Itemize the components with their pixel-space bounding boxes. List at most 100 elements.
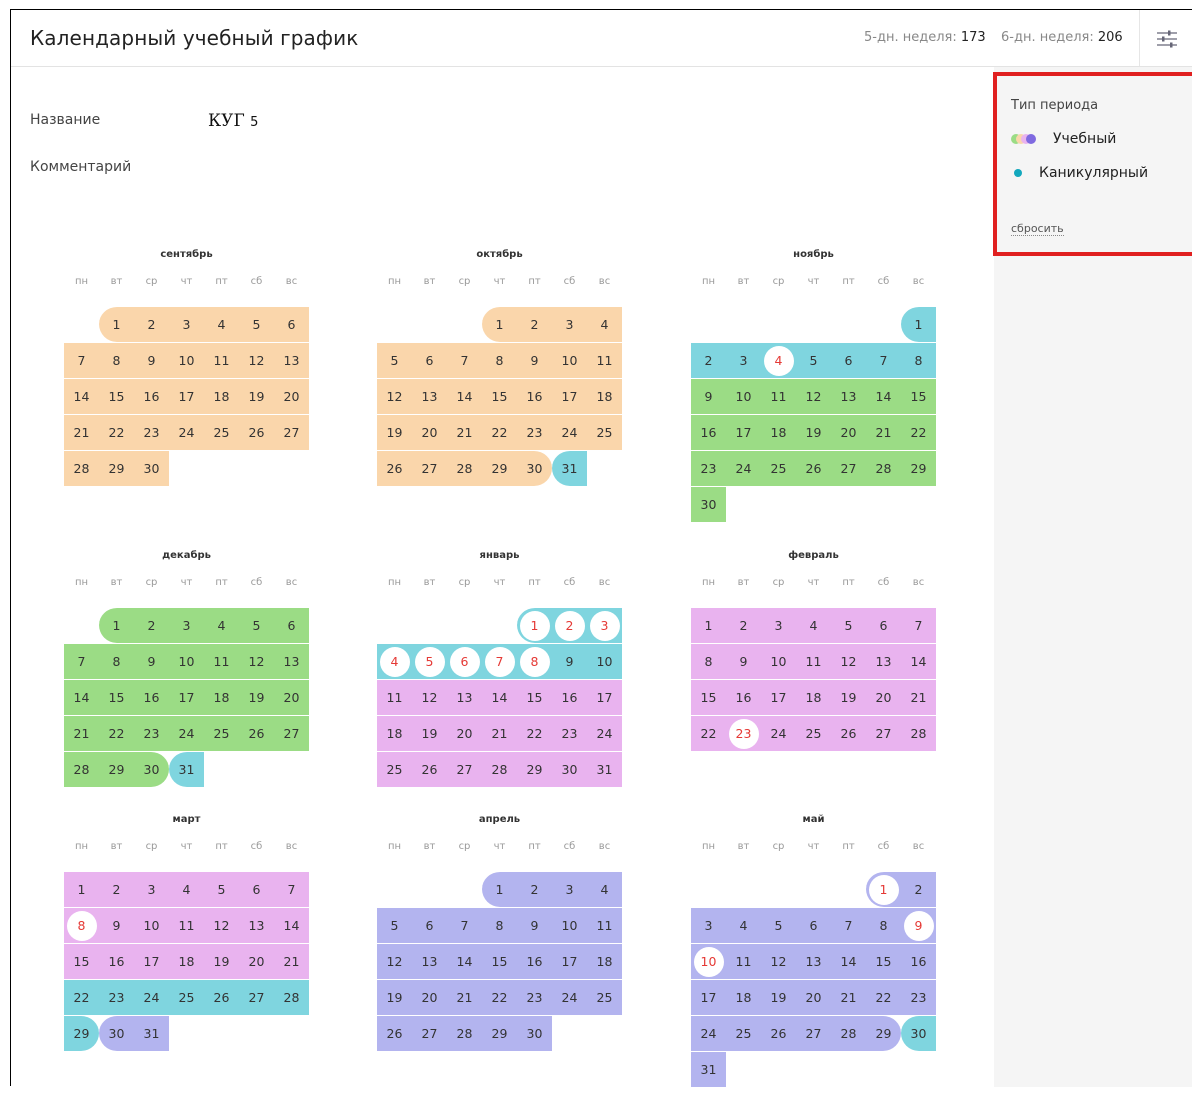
day-cell[interactable]: 14 [274, 907, 309, 943]
day-cell[interactable]: 2 [726, 607, 761, 643]
day-cell[interactable]: 23 [691, 450, 726, 486]
day-cell[interactable]: 21 [482, 715, 517, 751]
day-cell[interactable]: 18 [204, 378, 239, 414]
day-cell[interactable]: 31 [169, 751, 204, 787]
day-cell[interactable]: 21 [447, 979, 482, 1015]
day-cell[interactable]: 1 [99, 306, 134, 342]
day-cell[interactable]: 13 [831, 378, 866, 414]
day-cell[interactable]: 9 [552, 643, 587, 679]
day-cell[interactable]: 16 [134, 378, 169, 414]
day-cell[interactable]: 14 [447, 943, 482, 979]
day-cell[interactable]: 6 [274, 306, 309, 342]
day-cell[interactable]: 1 [64, 871, 99, 907]
day-cell[interactable]: 10 [691, 943, 726, 979]
day-cell[interactable]: 21 [447, 414, 482, 450]
day-cell[interactable]: 9 [134, 342, 169, 378]
day-cell[interactable]: 26 [204, 979, 239, 1015]
day-cell[interactable]: 27 [866, 715, 901, 751]
day-cell[interactable]: 8 [99, 643, 134, 679]
day-cell[interactable]: 19 [796, 414, 831, 450]
day-cell[interactable]: 12 [239, 643, 274, 679]
day-cell[interactable]: 13 [274, 643, 309, 679]
day-cell[interactable]: 16 [517, 943, 552, 979]
day-cell[interactable]: 7 [831, 907, 866, 943]
day-cell[interactable]: 5 [239, 607, 274, 643]
day-cell[interactable]: 24 [587, 715, 622, 751]
day-cell[interactable]: 15 [901, 378, 936, 414]
day-cell[interactable]: 11 [204, 643, 239, 679]
day-cell[interactable]: 27 [447, 751, 482, 787]
day-cell[interactable]: 28 [274, 979, 309, 1015]
day-cell[interactable]: 23 [134, 414, 169, 450]
day-cell[interactable]: 16 [726, 679, 761, 715]
day-cell[interactable]: 29 [99, 751, 134, 787]
day-cell[interactable]: 2 [517, 306, 552, 342]
day-cell[interactable]: 24 [134, 979, 169, 1015]
day-cell[interactable]: 30 [691, 486, 726, 522]
day-cell[interactable]: 30 [134, 751, 169, 787]
day-cell[interactable]: 22 [482, 414, 517, 450]
day-cell[interactable]: 2 [134, 607, 169, 643]
day-cell[interactable]: 22 [482, 979, 517, 1015]
day-cell[interactable]: 25 [587, 414, 622, 450]
day-cell[interactable]: 26 [831, 715, 866, 751]
day-cell[interactable]: 3 [552, 306, 587, 342]
day-cell[interactable]: 5 [239, 306, 274, 342]
day-cell[interactable]: 4 [204, 306, 239, 342]
day-cell[interactable]: 31 [134, 1015, 169, 1051]
day-cell[interactable]: 6 [412, 907, 447, 943]
day-cell[interactable]: 8 [517, 643, 552, 679]
day-cell[interactable]: 29 [99, 450, 134, 486]
day-cell[interactable]: 15 [691, 679, 726, 715]
day-cell[interactable]: 7 [901, 607, 936, 643]
day-cell[interactable]: 23 [552, 715, 587, 751]
day-cell[interactable]: 13 [412, 943, 447, 979]
day-cell[interactable]: 30 [901, 1015, 936, 1051]
day-cell[interactable]: 13 [239, 907, 274, 943]
day-cell[interactable]: 7 [447, 342, 482, 378]
day-cell[interactable]: 26 [377, 1015, 412, 1051]
day-cell[interactable]: 3 [761, 607, 796, 643]
day-cell[interactable]: 9 [517, 907, 552, 943]
day-cell[interactable]: 17 [587, 679, 622, 715]
day-cell[interactable]: 24 [691, 1015, 726, 1051]
day-cell[interactable]: 26 [377, 450, 412, 486]
day-cell[interactable]: 1 [99, 607, 134, 643]
day-cell[interactable]: 17 [169, 679, 204, 715]
day-cell[interactable]: 28 [447, 1015, 482, 1051]
day-cell[interactable]: 17 [761, 679, 796, 715]
day-cell[interactable]: 31 [552, 450, 587, 486]
day-cell[interactable]: 21 [64, 715, 99, 751]
day-cell[interactable]: 24 [552, 979, 587, 1015]
day-cell[interactable]: 20 [274, 679, 309, 715]
day-cell[interactable]: 6 [831, 342, 866, 378]
day-cell[interactable]: 5 [761, 907, 796, 943]
day-cell[interactable]: 7 [274, 871, 309, 907]
day-cell[interactable]: 28 [901, 715, 936, 751]
day-cell[interactable]: 25 [204, 715, 239, 751]
day-cell[interactable]: 2 [134, 306, 169, 342]
day-cell[interactable]: 21 [274, 943, 309, 979]
day-cell[interactable]: 20 [796, 979, 831, 1015]
day-cell[interactable]: 15 [482, 378, 517, 414]
day-cell[interactable]: 3 [691, 907, 726, 943]
day-cell[interactable]: 8 [866, 907, 901, 943]
day-cell[interactable]: 18 [761, 414, 796, 450]
day-cell[interactable]: 5 [796, 342, 831, 378]
day-cell[interactable]: 3 [134, 871, 169, 907]
day-cell[interactable]: 30 [134, 450, 169, 486]
day-cell[interactable]: 20 [447, 715, 482, 751]
day-cell[interactable]: 22 [99, 715, 134, 751]
day-cell[interactable]: 27 [831, 450, 866, 486]
day-cell[interactable]: 22 [901, 414, 936, 450]
day-cell[interactable]: 11 [761, 378, 796, 414]
day-cell[interactable]: 20 [274, 378, 309, 414]
day-cell[interactable]: 18 [726, 979, 761, 1015]
day-cell[interactable]: 29 [64, 1015, 99, 1051]
day-cell[interactable]: 3 [587, 607, 622, 643]
day-cell[interactable]: 19 [377, 979, 412, 1015]
day-cell[interactable]: 5 [204, 871, 239, 907]
day-cell[interactable]: 4 [169, 871, 204, 907]
day-cell[interactable]: 26 [412, 751, 447, 787]
day-cell[interactable]: 12 [761, 943, 796, 979]
